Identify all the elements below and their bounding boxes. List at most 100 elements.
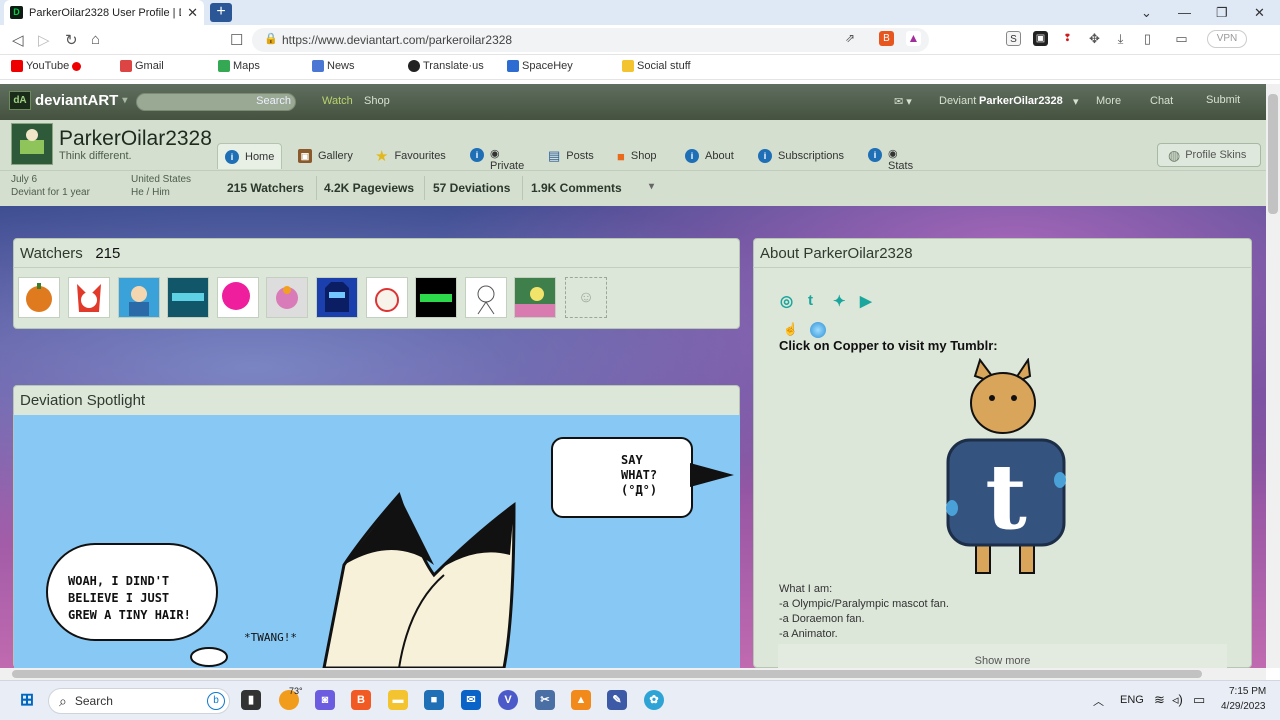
store-icon[interactable]: ■ — [424, 690, 444, 710]
submit-menu[interactable]: Submit — [1206, 94, 1240, 106]
paint-icon[interactable]: ✎ — [607, 690, 627, 710]
tab-stats[interactable]: i ◉ Stats — [861, 143, 920, 172]
vlc-icon[interactable]: ▲ — [571, 690, 591, 710]
user-menu[interactable]: ParkerOilar2328 — [979, 95, 1063, 107]
shop-link[interactable]: Shop — [364, 95, 390, 107]
wifi-icon[interactable]: ≋ — [1154, 692, 1165, 708]
tab-posts[interactable]: ▤ Posts — [541, 143, 601, 169]
search-button[interactable]: Search — [256, 95, 291, 107]
maximize-icon[interactable]: ❐ — [1216, 5, 1228, 21]
back-icon[interactable]: ◁ — [12, 31, 24, 49]
username-heading[interactable]: ParkerOilar2328 — [59, 127, 212, 151]
sidebar-icon[interactable]: ▯ — [1140, 31, 1155, 46]
watcher-avatar[interactable] — [316, 277, 358, 318]
tab-gallery[interactable]: ▣ Gallery — [291, 143, 360, 169]
bookmark-spacehey[interactable]: SpaceHey — [507, 60, 573, 72]
bookmark-gmail[interactable]: Gmail — [120, 60, 164, 72]
brave-shields-icon[interactable]: B — [879, 31, 894, 46]
clock-date[interactable]: 4/29/2023 — [1221, 701, 1266, 712]
home-icon[interactable]: ⌂ — [91, 31, 100, 48]
extensions-puzzle-icon[interactable]: ✥ — [1087, 31, 1102, 46]
copper-tumblr-link[interactable]: t — [940, 358, 1070, 580]
battery-icon[interactable]: ▭ — [1193, 692, 1205, 708]
bookmark-youtube[interactable]: YouTube — [11, 60, 82, 72]
tray-overflow-icon[interactable]: ︿ — [1093, 693, 1104, 709]
bing-icon[interactable]: b — [207, 692, 225, 710]
search-input[interactable]: Search — [136, 93, 296, 111]
teams-chat-icon[interactable]: ◙ — [315, 690, 335, 710]
task-view-icon[interactable]: ▮ — [241, 690, 261, 710]
bookmark-maps[interactable]: Maps — [218, 60, 260, 72]
downloads-icon[interactable]: ⤓ — [1113, 31, 1128, 46]
language-indicator[interactable]: ENG — [1120, 694, 1144, 706]
watcher-avatar[interactable] — [167, 277, 209, 318]
watcher-avatar[interactable] — [68, 277, 110, 318]
browser-tab[interactable]: D ParkerOilar2328 User Profile | Dev ✕ — [4, 0, 204, 25]
mail-icon[interactable]: ✉ ▾ — [894, 95, 912, 108]
avatar[interactable] — [11, 123, 53, 165]
url-field[interactable]: 🔒 https://www.deviantart.com/parkeroilar… — [252, 28, 929, 52]
file-explorer-icon[interactable]: ▬ — [388, 690, 408, 710]
share-icon[interactable]: ⇗ — [845, 31, 855, 45]
stats-dropdown-icon[interactable]: ▾ — [649, 181, 654, 192]
logo-dropdown-icon[interactable]: ▾ — [122, 95, 127, 106]
deviantart-logo[interactable]: dA deviantART ▾ — [9, 91, 127, 110]
forward-icon[interactable]: ▷ — [38, 31, 50, 49]
chat-menu[interactable]: Chat — [1150, 95, 1173, 107]
tab-favourites[interactable]: ★ Favourites — [368, 143, 453, 169]
watcher-avatar[interactable] — [18, 277, 60, 318]
taskbar-search[interactable]: ⌕ Search b — [48, 688, 230, 714]
bookmark-translate[interactable]: Translate·us — [408, 60, 484, 72]
clock-time[interactable]: 7:15 PM — [1229, 686, 1266, 697]
brave-rewards-icon[interactable]: ▲ — [906, 31, 921, 46]
watcher-avatar[interactable] — [217, 277, 259, 318]
tab-about[interactable]: i About — [678, 143, 741, 169]
new-tab-button[interactable]: + — [210, 3, 232, 22]
close-window-icon[interactable]: ✕ — [1254, 5, 1265, 21]
profile-skins-button[interactable]: ◍ Profile Skins — [1157, 143, 1261, 167]
watcher-avatar[interactable] — [465, 277, 507, 318]
globe-icon[interactable] — [810, 322, 826, 338]
mail-icon[interactable]: ✉ — [461, 690, 481, 710]
volume-icon[interactable]: ◃) — [1172, 692, 1183, 708]
tab-home[interactable]: i Home — [217, 143, 283, 169]
watchers-stat[interactable]: 215 Watchers — [227, 181, 304, 195]
app-icon[interactable]: ✿ — [644, 690, 664, 710]
watcher-avatar[interactable] — [514, 277, 556, 318]
vertical-scrollbar[interactable] — [1266, 84, 1280, 668]
tab-private[interactable]: i ◉ Private — [463, 143, 531, 172]
wallet-icon[interactable]: ▭ — [1174, 31, 1189, 46]
tools-icon[interactable]: ✂ — [535, 690, 555, 710]
scrollbar-thumb[interactable] — [12, 670, 1202, 678]
deviations-stat[interactable]: 57 Deviations — [433, 181, 510, 195]
more-menu[interactable]: More — [1096, 95, 1121, 107]
minimize-icon[interactable]: — — [1178, 5, 1191, 20]
vivaldi-icon[interactable]: V — [498, 690, 518, 710]
horizontal-scrollbar[interactable] — [0, 668, 1266, 680]
twitter-icon[interactable]: ✦ — [833, 292, 850, 310]
watcher-avatar[interactable] — [118, 277, 160, 318]
tab-shop[interactable]: ■ Shop — [610, 143, 664, 169]
vpn-button[interactable]: VPN — [1207, 30, 1247, 48]
tab-search-icon[interactable]: ⌄ — [1141, 5, 1152, 21]
close-tab-icon[interactable]: ✕ — [187, 5, 198, 21]
watcher-avatar[interactable] — [266, 277, 308, 318]
spotlight-deviation[interactable]: SAY WHAT? (°Д°) WOAH, I DIND'T BELIEVE I… — [14, 415, 740, 668]
brave-taskbar-icon[interactable]: B — [351, 690, 371, 710]
instagram-icon[interactable]: ◎ — [780, 292, 797, 310]
tumblr-icon[interactable]: t — [808, 292, 825, 309]
bookmark-social-stuff[interactable]: Social stuff — [622, 60, 691, 72]
watch-link[interactable]: Watch — [322, 95, 353, 107]
youtube-icon[interactable]: ▶ — [860, 292, 877, 310]
watcher-avatar[interactable] — [366, 277, 408, 318]
show-more-button[interactable]: Show more — [778, 644, 1227, 668]
more-watchers-icon[interactable]: ☺ — [565, 277, 607, 318]
bookmark-icon[interactable]: ☐ — [230, 31, 243, 49]
reload-icon[interactable]: ↻ — [65, 31, 78, 49]
watcher-avatar[interactable] — [415, 277, 457, 318]
bookmark-news[interactable]: News — [312, 60, 355, 72]
extension-badge-icon[interactable]: ▣ — [1033, 31, 1048, 46]
tab-subscriptions[interactable]: i Subscriptions — [751, 143, 851, 169]
scrollbar-thumb[interactable] — [1268, 94, 1278, 214]
windows-start-icon[interactable]: ⊞ — [17, 690, 37, 710]
